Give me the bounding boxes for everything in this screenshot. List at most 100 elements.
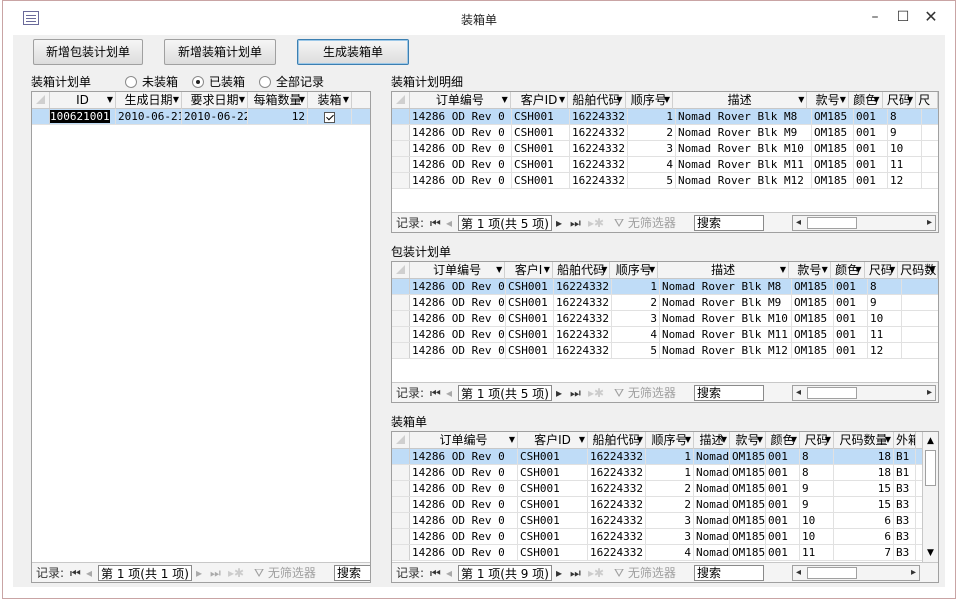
table-cell[interactable]: 001 bbox=[854, 157, 888, 172]
table-cell[interactable]: 10 bbox=[800, 529, 834, 544]
col-header-style[interactable]: 款号 ▼ bbox=[789, 262, 831, 279]
table-row[interactable]: 14286 OD Rev 0 CSH001 16224332 1 Nomad Rover… bbox=[392, 109, 938, 125]
table-cell[interactable]: Nomad Rover Blk M9 bbox=[676, 125, 812, 140]
table-cell[interactable]: 14286 OD Rev 0 bbox=[410, 449, 518, 464]
select-all-icon[interactable] bbox=[392, 432, 410, 448]
table-cell[interactable]: Nomad Rover Blk M12 bbox=[660, 343, 792, 358]
table-cell[interactable]: 1 bbox=[646, 449, 694, 464]
col-header-customer[interactable]: 客户I ▼ bbox=[505, 262, 553, 279]
table-cell[interactable]: 1 bbox=[628, 109, 676, 124]
last-record-icon[interactable]: ⏭ bbox=[570, 215, 581, 231]
table-cell[interactable]: CSH001 bbox=[518, 529, 588, 544]
table-cell[interactable]: 14286 OD Rev 0 bbox=[410, 513, 518, 528]
table-cell[interactable]: OM185 bbox=[812, 125, 854, 140]
horizontal-scrollbar[interactable]: ◂ ▸ bbox=[792, 565, 920, 581]
horizontal-scrollbar[interactable]: ◂ ▸ bbox=[792, 385, 936, 401]
table-cell[interactable]: 18 bbox=[834, 465, 894, 480]
prev-record-icon[interactable]: ◂ bbox=[446, 385, 452, 401]
col-header-color[interactable]: 颜色 ▼ bbox=[831, 262, 865, 279]
filter-all[interactable]: 全部记录 bbox=[259, 73, 324, 90]
checkbox-checked-icon[interactable] bbox=[324, 111, 335, 123]
col-header-boxed[interactable]: 装箱 ▼ bbox=[308, 92, 352, 109]
table-cell[interactable]: 14286 OD Rev 0 bbox=[410, 481, 518, 496]
record-position-input[interactable]: 第 1 项(共 5 项) bbox=[458, 385, 552, 401]
search-input[interactable]: 搜索 bbox=[694, 215, 764, 231]
row-selector[interactable] bbox=[392, 327, 410, 342]
table-cell[interactable]: 16224332 bbox=[588, 529, 646, 544]
table-cell[interactable]: OM185 bbox=[792, 279, 834, 294]
table-cell[interactable]: 9 bbox=[800, 497, 834, 512]
select-all-icon[interactable] bbox=[392, 92, 410, 108]
prev-record-icon[interactable]: ◂ bbox=[86, 565, 92, 581]
col-header-style[interactable]: 款号 ▼ bbox=[807, 92, 849, 109]
scroll-thumb[interactable] bbox=[925, 450, 936, 486]
col-header-ship[interactable]: 船舶代码 ▼ bbox=[588, 432, 646, 449]
table-cell[interactable]: 001 bbox=[834, 327, 868, 342]
next-record-icon[interactable]: ▸ bbox=[196, 565, 202, 581]
col-header-qty[interactable]: 每箱数量 ▼ bbox=[248, 92, 308, 109]
table-cell[interactable]: OM185 bbox=[792, 311, 834, 326]
next-record-icon[interactable]: ▸ bbox=[556, 385, 562, 401]
new-record-icon[interactable]: ▸✱ bbox=[588, 215, 604, 231]
row-selector[interactable] bbox=[392, 295, 410, 310]
col-header-seq[interactable]: 顺序号 ▼ bbox=[626, 92, 673, 109]
table-cell[interactable]: Nomad bbox=[694, 465, 730, 480]
table-cell[interactable]: OM185 bbox=[812, 157, 854, 172]
table-cell[interactable]: 9 bbox=[888, 125, 922, 140]
scroll-down-icon[interactable]: ▼ bbox=[923, 546, 938, 560]
row-selector[interactable] bbox=[392, 311, 410, 326]
table-row[interactable]: 14286 OD Rev 0 CSH001 16224332 1 Nomad OM185 0… bbox=[392, 465, 922, 481]
table-cell[interactable]: 14286 OD Rev 0 bbox=[410, 311, 506, 326]
record-position-input[interactable]: 第 1 项(共 5 项) bbox=[458, 215, 552, 231]
table-row[interactable]: 14286 OD Rev 0 CSH001 16224332 3 Nomad OM185 0… bbox=[392, 529, 922, 545]
table-row[interactable]: 14286 OD Rev 0 CSH001 16224332 1 Nomad Rover… bbox=[392, 279, 938, 295]
col-header-seq[interactable]: 顺序号 ▼ bbox=[646, 432, 694, 449]
col-header-size-qty[interactable]: 尺码数 ▼ bbox=[898, 262, 938, 279]
col-header-order[interactable]: 订单编号 ▼ bbox=[410, 432, 518, 449]
table-cell[interactable]: Nomad Rover Blk M10 bbox=[660, 311, 792, 326]
col-header-size-qty[interactable]: 尺码数量 ▼ bbox=[834, 432, 894, 449]
table-row[interactable]: 14286 OD Rev 0 CSH001 16224332 3 Nomad Rover… bbox=[392, 141, 938, 157]
id-cell[interactable]: 100621001 bbox=[50, 110, 110, 123]
table-cell[interactable]: 8 bbox=[888, 109, 922, 124]
col-header-ship[interactable]: 船舶代码 ▼ bbox=[568, 92, 626, 109]
table-cell[interactable]: OM185 bbox=[812, 109, 854, 124]
table-cell[interactable]: 10 bbox=[800, 513, 834, 528]
table-cell[interactable]: 3 bbox=[612, 311, 660, 326]
table-cell[interactable]: 10 bbox=[868, 311, 902, 326]
table-cell[interactable]: 18 bbox=[834, 449, 894, 464]
table-cell[interactable]: OM185 bbox=[730, 481, 766, 496]
row-selector[interactable] bbox=[392, 279, 410, 294]
table-cell[interactable]: 8 bbox=[868, 279, 902, 294]
filter-boxed[interactable]: 已装箱 bbox=[192, 73, 245, 90]
row-selector[interactable] bbox=[392, 529, 410, 544]
table-cell[interactable]: Nomad Rover Blk M8 bbox=[660, 279, 792, 294]
table-cell[interactable]: B1 bbox=[894, 465, 916, 480]
table-cell[interactable]: 16224332 bbox=[570, 157, 628, 172]
col-header-seq[interactable]: 顺序号 ▼ bbox=[610, 262, 659, 279]
new-record-icon[interactable]: ▸✱ bbox=[588, 565, 604, 581]
new-record-icon[interactable]: ▸✱ bbox=[228, 565, 244, 581]
table-cell[interactable]: CSH001 bbox=[506, 343, 554, 358]
table-row[interactable]: 14286 OD Rev 0 CSH001 16224332 3 Nomad Rover… bbox=[392, 311, 938, 327]
first-record-icon[interactable]: ⏮ bbox=[70, 565, 81, 581]
col-header-customer[interactable]: 客户ID ▼ bbox=[511, 92, 569, 109]
table-cell[interactable]: 001 bbox=[834, 279, 868, 294]
table-cell[interactable]: 16224332 bbox=[570, 109, 628, 124]
table-row[interactable]: 14286 OD Rev 0 CSH001 16224332 2 Nomad Rover… bbox=[392, 125, 938, 141]
table-row[interactable]: 100621001 2010-06-21 2010-06-22 12 bbox=[32, 109, 370, 125]
table-row[interactable]: 14286 OD Rev 0 CSH001 16224332 3 Nomad OM185 0… bbox=[392, 513, 922, 529]
col-header-customer[interactable]: 客户ID ▼ bbox=[518, 432, 588, 449]
table-cell[interactable]: 14286 OD Rev 0 bbox=[410, 465, 518, 480]
table-cell[interactable]: 14286 OD Rev 0 bbox=[410, 173, 512, 188]
table-cell[interactable]: Nomad Rover Blk M10 bbox=[676, 141, 812, 156]
gen-date-cell[interactable]: 2010-06-21 bbox=[116, 109, 182, 124]
table-cell[interactable]: 14286 OD Rev 0 bbox=[410, 295, 506, 310]
row-selector[interactable] bbox=[392, 173, 410, 188]
table-cell[interactable]: 16224332 bbox=[588, 545, 646, 560]
table-cell[interactable]: 11 bbox=[800, 545, 834, 560]
row-selector[interactable] bbox=[392, 343, 410, 358]
table-cell[interactable]: Nomad Rover Blk M8 bbox=[676, 109, 812, 124]
table-cell[interactable]: OM185 bbox=[812, 173, 854, 188]
col-header-style[interactable]: 款号 ▼ bbox=[730, 432, 766, 449]
